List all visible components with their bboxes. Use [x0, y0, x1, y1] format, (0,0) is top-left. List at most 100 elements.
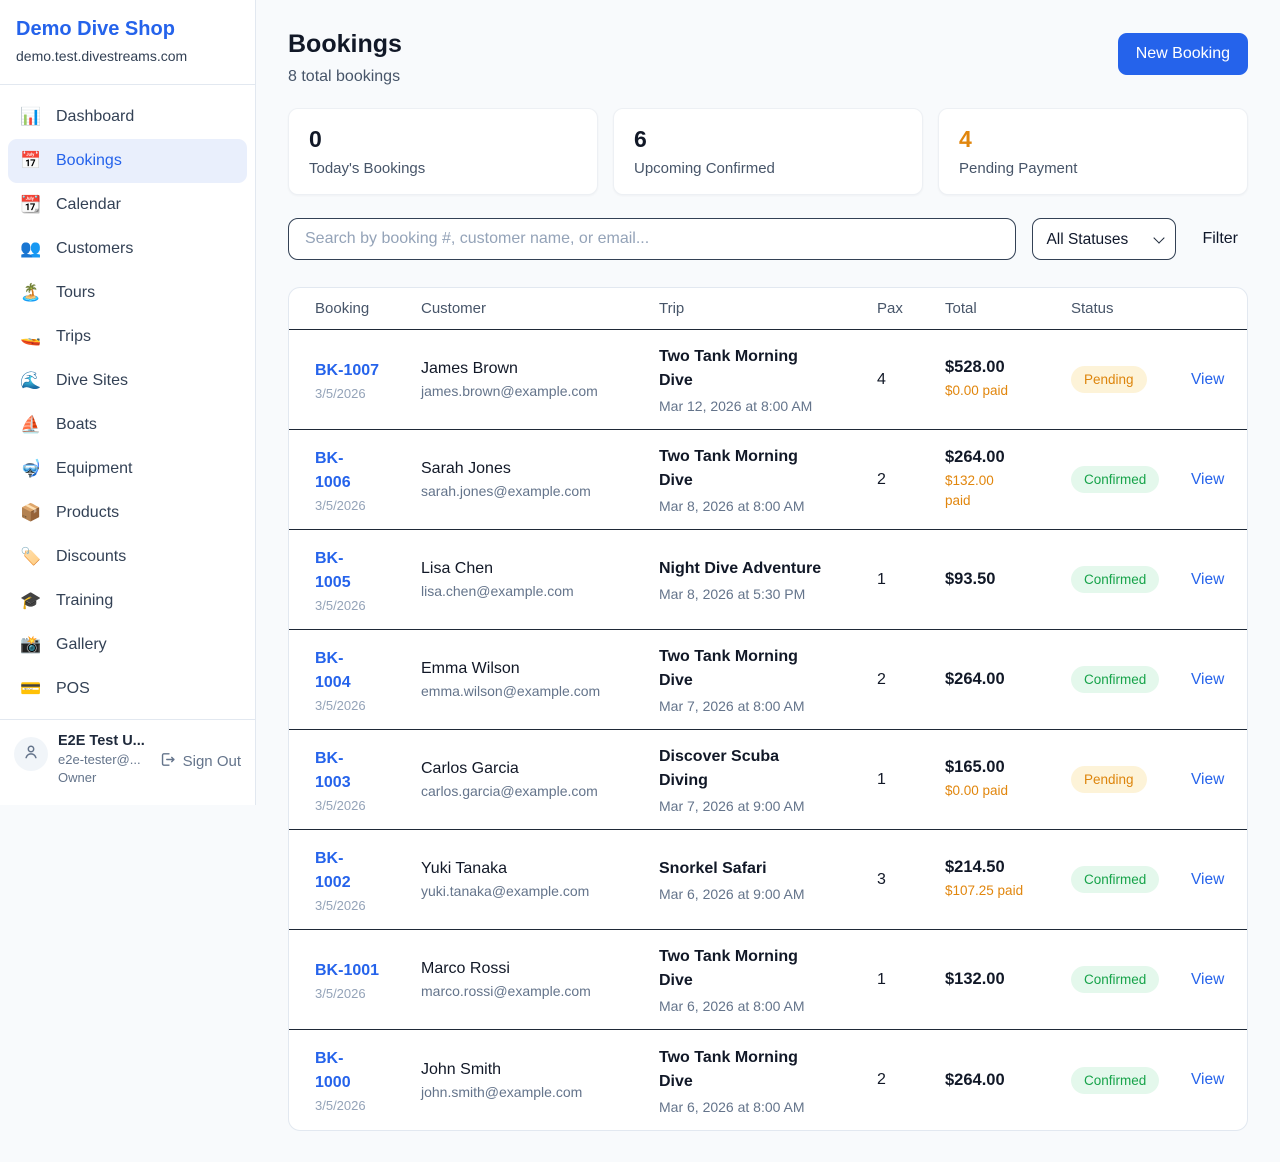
- trip-datetime: Mar 6, 2026 at 9:00 AM: [659, 886, 877, 902]
- new-booking-button[interactable]: New Booking: [1118, 33, 1248, 75]
- tear-off-calendar-icon: 📆: [20, 195, 42, 215]
- brand-block: Demo Dive Shop demo.test.divestreams.com: [0, 0, 255, 85]
- sidebar-item-equipment[interactable]: 🤿Equipment: [8, 447, 247, 491]
- sidebar-item-customers[interactable]: 👥Customers: [8, 227, 247, 271]
- status-badge: Pending: [1071, 366, 1147, 393]
- tag-icon: 🏷️: [20, 547, 42, 567]
- total-cell: $93.50: [945, 570, 1071, 589]
- credit-card-icon: 💳: [20, 679, 42, 699]
- customer-cell: John Smith john.smith@example.com: [421, 1061, 659, 1100]
- booking-id-link[interactable]: BK-1007: [315, 359, 421, 383]
- sign-out-button[interactable]: Sign Out: [159, 751, 241, 772]
- booking-id-link[interactable]: BK- 1002: [315, 847, 421, 895]
- status-badge: Confirmed: [1071, 866, 1159, 893]
- status-cell: Pending: [1071, 366, 1191, 393]
- total-cell: $264.00: [945, 1071, 1071, 1090]
- status-badge: Pending: [1071, 766, 1147, 793]
- trip-name: Two Tank Morning Dive: [659, 1046, 877, 1094]
- calendar-date-icon: 📅: [20, 151, 42, 171]
- view-link[interactable]: View: [1191, 771, 1224, 788]
- sidebar-item-label: Discounts: [56, 548, 126, 566]
- filter-button[interactable]: Filter: [1192, 224, 1248, 254]
- trip-datetime: Mar 8, 2026 at 5:30 PM: [659, 586, 877, 602]
- status-badge: Confirmed: [1071, 466, 1159, 493]
- booking-id-link[interactable]: BK- 1005: [315, 547, 421, 595]
- trip-name: Discover Scuba Diving: [659, 745, 877, 793]
- view-link[interactable]: View: [1191, 471, 1224, 488]
- booking-id-link[interactable]: BK- 1004: [315, 647, 421, 695]
- view-link[interactable]: View: [1191, 1071, 1224, 1088]
- booking-id-link[interactable]: BK- 1003: [315, 747, 421, 795]
- stat-card-today-s-bookings: 0 Today's Bookings: [288, 108, 598, 195]
- sidebar: Demo Dive Shop demo.test.divestreams.com…: [0, 0, 256, 805]
- customer-cell: Carlos Garcia carlos.garcia@example.com: [421, 760, 659, 799]
- pax-count: 2: [877, 1071, 945, 1089]
- page-header: Bookings 8 total bookings New Booking: [288, 30, 1248, 86]
- sidebar-item-calendar[interactable]: 📆 Calendar: [8, 183, 247, 227]
- sidebar-item-label: Calendar: [56, 196, 121, 214]
- pax-cell: 1: [877, 571, 945, 589]
- stat-label: Today's Bookings: [309, 160, 577, 177]
- sidebar-item-boats[interactable]: ⛵Boats: [8, 403, 247, 447]
- sidebar-item-label: Gallery: [56, 636, 107, 654]
- pax-count: 1: [877, 571, 945, 589]
- sidebar-item-training[interactable]: 🎓Training: [8, 579, 247, 623]
- status-badge: Confirmed: [1071, 1067, 1159, 1094]
- status-cell: Pending: [1071, 766, 1191, 793]
- view-link[interactable]: View: [1191, 371, 1224, 388]
- booking-id-link[interactable]: BK- 1006: [315, 447, 421, 495]
- col-header-pax: Pax: [877, 300, 945, 317]
- table-row: BK-1001 3/5/2026 Marco Rossi marco.rossi…: [289, 930, 1247, 1030]
- sidebar-item-dashboard[interactable]: 📊Dashboard: [8, 95, 247, 139]
- status-filter-select[interactable]: All Statuses: [1032, 218, 1176, 260]
- booking-id-link[interactable]: BK-1001: [315, 959, 421, 983]
- sidebar-item-trips[interactable]: 🚤Trips: [8, 315, 247, 359]
- user-email: e2e-tester@...: [58, 752, 149, 767]
- page-title: Bookings: [288, 30, 402, 59]
- status-cell: Confirmed: [1071, 566, 1191, 593]
- customer-cell: Emma Wilson emma.wilson@example.com: [421, 660, 659, 699]
- col-header-total: Total: [945, 300, 1071, 317]
- customer-cell: James Brown james.brown@example.com: [421, 360, 659, 399]
- sidebar-item-dive-sites[interactable]: 🌊Dive Sites: [8, 359, 247, 403]
- trip-name: Two Tank Morning Dive: [659, 945, 877, 993]
- customer-email: john.smith@example.com: [421, 1084, 659, 1100]
- view-link[interactable]: View: [1191, 671, 1224, 688]
- island-icon: 🏝️: [20, 283, 42, 303]
- sidebar-item-products[interactable]: 📦Products: [8, 491, 247, 535]
- stat-value: 0: [309, 126, 577, 153]
- sidebar-item-discounts[interactable]: 🏷️ Discounts: [8, 535, 247, 579]
- view-link[interactable]: View: [1191, 871, 1224, 888]
- trip-name: Snorkel Safari: [659, 857, 877, 881]
- total-amount: $528.00: [945, 358, 1071, 377]
- sidebar-item-tours[interactable]: 🏝️Tours: [8, 271, 247, 315]
- customer-email: marco.rossi@example.com: [421, 983, 659, 999]
- user-icon: [22, 743, 40, 766]
- actions-cell: View: [1191, 571, 1224, 589]
- sidebar-item-bookings[interactable]: 📅Bookings: [8, 139, 247, 183]
- controls-row: All Statuses Filter: [288, 218, 1248, 260]
- status-filter-wrap: All Statuses: [1032, 218, 1176, 260]
- pax-cell: 3: [877, 871, 945, 889]
- camera-icon: 📸: [20, 635, 42, 655]
- total-cell: $132.00: [945, 970, 1071, 989]
- customer-email: sarah.jones@example.com: [421, 483, 659, 499]
- sidebar-item-gallery[interactable]: 📸 Gallery: [8, 623, 247, 667]
- sidebar-item-pos[interactable]: 💳POS: [8, 667, 247, 711]
- booking-id-link[interactable]: BK- 1000: [315, 1047, 421, 1095]
- booking-date: 3/5/2026: [315, 986, 421, 1001]
- sidebar-item-label: Boats: [56, 416, 97, 434]
- booking-cell: BK- 1003 3/5/2026: [315, 747, 421, 813]
- total-amount: $165.00: [945, 758, 1071, 777]
- search-input[interactable]: [288, 218, 1016, 260]
- trip-datetime: Mar 6, 2026 at 8:00 AM: [659, 998, 877, 1014]
- graduation-cap-icon: 🎓: [20, 591, 42, 611]
- total-amount: $264.00: [945, 1071, 1071, 1090]
- avatar: [14, 737, 48, 771]
- actions-cell: View: [1191, 1071, 1224, 1089]
- view-link[interactable]: View: [1191, 571, 1224, 588]
- stat-label: Pending Payment: [959, 160, 1227, 177]
- pax-cell: 1: [877, 771, 945, 789]
- view-link[interactable]: View: [1191, 971, 1224, 988]
- table-row: BK-1007 3/5/2026 James Brown james.brown…: [289, 330, 1247, 430]
